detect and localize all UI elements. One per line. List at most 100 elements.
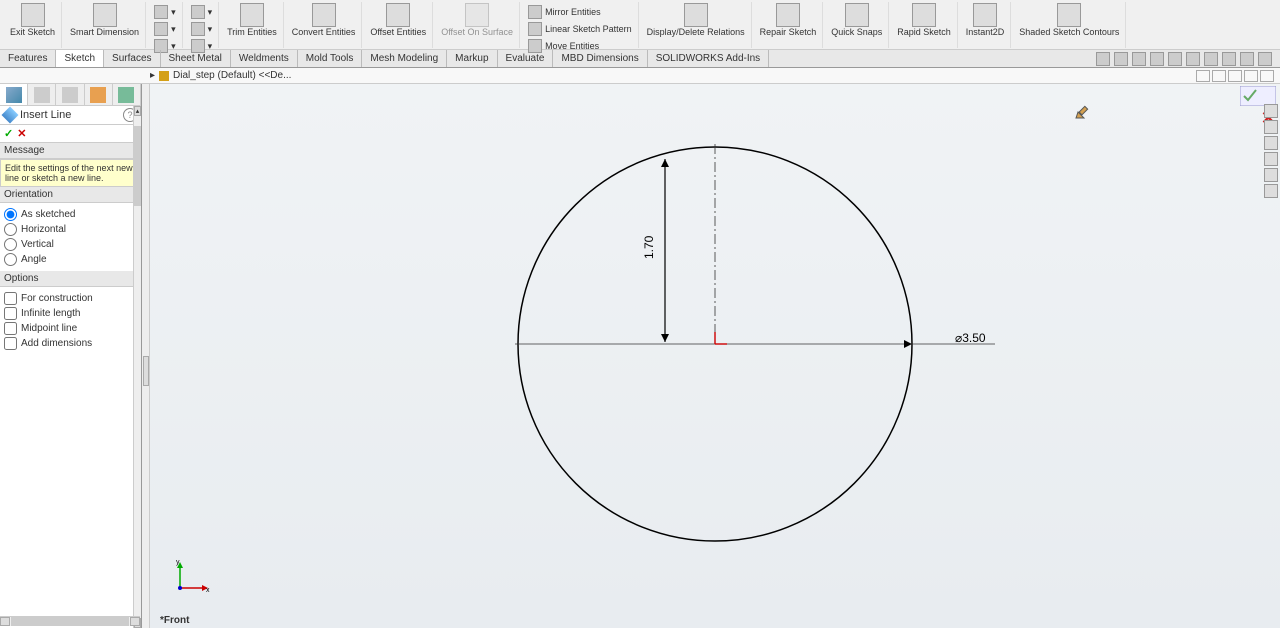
- graphics-area[interactable]: 1.70 ⌀3.50 ✕: [150, 84, 1280, 628]
- hscroll-left-icon[interactable]: [0, 617, 10, 626]
- offset-surface-button[interactable]: Offset On Surface: [439, 2, 515, 39]
- window-tile-icon[interactable]: [1212, 70, 1226, 82]
- tab-mbd[interactable]: MBD Dimensions: [553, 50, 647, 67]
- display-manager-tab[interactable]: [85, 84, 113, 105]
- tab-features[interactable]: Features: [0, 50, 56, 67]
- option-infinite[interactable]: Infinite length: [4, 306, 137, 321]
- view-orient-icon[interactable]: [1168, 52, 1182, 66]
- window-restore-icon[interactable]: [1196, 70, 1210, 82]
- option-adddim[interactable]: Add dimensions: [4, 336, 137, 351]
- exit-sketch-button[interactable]: Exit Sketch: [8, 2, 57, 39]
- taskpane-design-icon[interactable]: [1264, 136, 1278, 150]
- splitter-handle[interactable]: [143, 356, 149, 386]
- display-style-icon[interactable]: [1186, 52, 1200, 66]
- arc-tool-button[interactable]: ▾: [191, 4, 213, 20]
- mirror-icon: [528, 5, 542, 19]
- radio-as-sketched[interactable]: [4, 208, 17, 221]
- taskpane-view-icon[interactable]: [1264, 152, 1278, 166]
- orientation-angle[interactable]: Angle: [4, 252, 137, 267]
- tab-addins[interactable]: SOLIDWORKS Add-Ins: [648, 50, 769, 67]
- diam-arrow: [904, 340, 912, 348]
- zoom-area-icon[interactable]: [1114, 52, 1128, 66]
- tab-moldtools[interactable]: Mold Tools: [298, 50, 363, 67]
- tab-surfaces[interactable]: Surfaces: [104, 50, 160, 67]
- apply-scene-icon[interactable]: [1240, 52, 1254, 66]
- diameter-dim-text[interactable]: ⌀3.50: [955, 331, 986, 345]
- dimxpert-tab[interactable]: [113, 84, 141, 105]
- shaded-contours-button[interactable]: Shaded Sketch Contours: [1017, 2, 1121, 39]
- chk-construction[interactable]: [4, 292, 17, 305]
- vertical-dim-text[interactable]: 1.70: [642, 235, 656, 259]
- option-construction[interactable]: For construction: [4, 291, 137, 306]
- orientation-section-header: Orientation: [0, 187, 141, 203]
- breadcrumb-text[interactable]: Dial_step (Default) <<De...: [173, 70, 291, 81]
- config-manager-tab[interactable]: [56, 84, 84, 105]
- zoom-fit-icon[interactable]: [1096, 52, 1110, 66]
- option-midpoint[interactable]: Midpoint line: [4, 321, 137, 336]
- panel-hscroll[interactable]: [0, 616, 140, 626]
- radio-vertical[interactable]: [4, 238, 17, 251]
- orientation-as-sketched[interactable]: As sketched: [4, 207, 137, 222]
- view-triad[interactable]: y x: [170, 558, 210, 598]
- line-tool-button[interactable]: ▾: [154, 4, 176, 20]
- tab-meshmodeling[interactable]: Mesh Modeling: [362, 50, 447, 67]
- window-min-icon[interactable]: [1228, 70, 1242, 82]
- origin-marker: [715, 332, 727, 344]
- chk-adddim[interactable]: [4, 337, 17, 350]
- taskpane-resources-icon[interactable]: [1264, 120, 1278, 134]
- trim-entities-button[interactable]: Trim Entities: [225, 2, 279, 39]
- taskpane-appearances-icon[interactable]: [1264, 168, 1278, 182]
- prev-view-icon[interactable]: [1132, 52, 1146, 66]
- tab-markup[interactable]: Markup: [447, 50, 497, 67]
- orientation-horizontal[interactable]: Horizontal: [4, 222, 137, 237]
- scroll-up-icon[interactable]: ▴: [134, 106, 141, 116]
- window-max-icon[interactable]: [1244, 70, 1258, 82]
- hscroll-right-icon[interactable]: [130, 617, 140, 626]
- instant-icon: [973, 3, 997, 27]
- chk-infinite[interactable]: [4, 307, 17, 320]
- ok-button[interactable]: ✓: [4, 127, 13, 140]
- scroll-thumb[interactable]: [134, 126, 141, 206]
- feature-tree-icon: [6, 87, 22, 103]
- tab-sheetmetal[interactable]: Sheet Metal: [161, 50, 231, 67]
- repair-sketch-button[interactable]: Repair Sketch: [758, 2, 819, 39]
- breadcrumb-arrow[interactable]: ▸: [150, 70, 155, 81]
- section-view-icon[interactable]: [1150, 52, 1164, 66]
- convert-entities-button[interactable]: Convert Entities: [290, 2, 358, 39]
- taskpane-custom-icon[interactable]: [1264, 184, 1278, 198]
- cancel-button[interactable]: ✕: [17, 127, 26, 140]
- feature-manager-tab[interactable]: [0, 84, 28, 105]
- opt-label: Angle: [21, 254, 47, 265]
- linear-pattern-button[interactable]: Linear Sketch Pattern: [528, 21, 632, 37]
- tab-weldments[interactable]: Weldments: [231, 50, 298, 67]
- sketch-drawing: 1.70 ⌀3.50: [150, 84, 1280, 628]
- trim-icon: [240, 3, 264, 27]
- tabs-left: Features Sketch Surfaces Sheet Metal Wel…: [0, 50, 769, 67]
- offset-entities-button[interactable]: Offset Entities: [368, 2, 428, 39]
- hscroll-thumb[interactable]: [11, 617, 129, 626]
- window-close-icon[interactable]: [1260, 70, 1274, 82]
- smart-dimension-button[interactable]: Smart Dimension: [68, 2, 141, 39]
- radio-angle[interactable]: [4, 253, 17, 266]
- quick-snaps-button[interactable]: Quick Snaps: [829, 2, 884, 39]
- hide-show-icon[interactable]: [1204, 52, 1218, 66]
- property-manager-tab[interactable]: [28, 84, 56, 105]
- view-settings-icon[interactable]: [1258, 52, 1272, 66]
- opt-label: Midpoint line: [21, 323, 77, 334]
- spline-tool-button[interactable]: ▾: [191, 21, 213, 37]
- panel-scrollbar[interactable]: ▴ ▾: [133, 106, 141, 628]
- edit-appearance-icon[interactable]: [1222, 52, 1236, 66]
- rapid-sketch-button[interactable]: Rapid Sketch: [895, 2, 953, 39]
- property-title: Insert Line: [20, 109, 71, 121]
- instant2d-button[interactable]: Instant2D: [964, 2, 1007, 39]
- tab-evaluate[interactable]: Evaluate: [498, 50, 554, 67]
- rect-tool-button[interactable]: ▾: [154, 21, 176, 37]
- mirror-entities-button[interactable]: Mirror Entities: [528, 4, 601, 20]
- tab-sketch[interactable]: Sketch: [56, 50, 104, 67]
- radio-horizontal[interactable]: [4, 223, 17, 236]
- orientation-vertical[interactable]: Vertical: [4, 237, 137, 252]
- panel-splitter[interactable]: [142, 84, 150, 628]
- chk-midpoint[interactable]: [4, 322, 17, 335]
- taskpane-home-icon[interactable]: [1264, 104, 1278, 118]
- display-relations-button[interactable]: Display/Delete Relations: [645, 2, 747, 39]
